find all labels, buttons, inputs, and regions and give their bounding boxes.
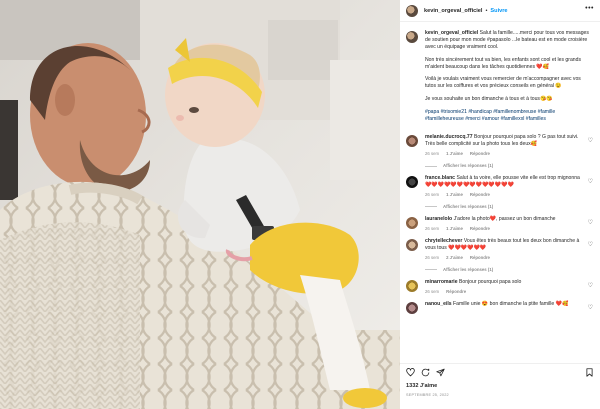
comment-text: J'adore la photo❤️, passez un bon dimanc…	[453, 215, 556, 222]
photo-illustration	[0, 0, 400, 409]
comment: minarromarie Bonjour pourquoi papa solo …	[406, 279, 593, 295]
caption-hashtags[interactable]: #papa #trisomie21 #handicap #famillenomb…	[425, 109, 593, 123]
like-count[interactable]: 1332 J'aime	[406, 383, 594, 389]
avatar[interactable]	[406, 4, 418, 17]
comment-time[interactable]: 26 sem	[425, 255, 439, 260]
action-bar	[406, 365, 594, 379]
avatar[interactable]	[406, 31, 418, 43]
comment-username[interactable]: lauranelolo	[425, 216, 452, 222]
bookmark-icon[interactable]	[585, 367, 594, 377]
reply-button[interactable]: Répondre	[446, 289, 466, 294]
view-replies-label: Afficher les réponses (1)	[443, 163, 494, 169]
post-username[interactable]: kevin_orgeval_officiel	[424, 8, 482, 14]
comment-likes[interactable]: 1 J'aime	[446, 192, 463, 197]
caption: kevin_orgeval_officiel Salut la famille.…	[406, 24, 593, 128]
avatar[interactable]	[406, 176, 418, 188]
comment-time[interactable]: 26 sem	[425, 289, 439, 294]
post-footer: 1332 J'aime SEPTEMBRE 25, 2022	[400, 363, 600, 409]
reply-button[interactable]: Répondre	[470, 226, 490, 231]
view-replies-label: Afficher les réponses (1)	[443, 266, 494, 272]
comment-time[interactable]: 26 sem	[425, 226, 439, 231]
comment-likes[interactable]: 1 J'aime	[446, 151, 463, 156]
comment-text: Famille unie 😍 bon dimanche la ptite fam…	[453, 300, 569, 307]
comment: melanie.ducrocq.77 Bonjour pourquoi papa…	[406, 134, 593, 169]
caption-paragraph: Voilà je voulais vraiment vous remercier…	[425, 76, 581, 90]
post-date[interactable]: SEPTEMBRE 25, 2022	[406, 393, 594, 397]
comment-username[interactable]: france.blanc	[425, 175, 455, 181]
caption-username[interactable]: kevin_orgeval_officiel	[425, 30, 478, 36]
post-photo[interactable]	[0, 0, 400, 409]
heart-icon[interactable]: ♡	[588, 178, 593, 185]
reply-button[interactable]: Répondre	[470, 192, 490, 197]
comments-feed[interactable]: kevin_orgeval_officiel Salut la famille.…	[400, 24, 600, 364]
comment: chrytellechever Vous êtes très beaux tou…	[406, 238, 593, 273]
reply-button[interactable]: Répondre	[470, 151, 490, 156]
view-replies-button[interactable]: Afficher les réponses (1)	[425, 163, 587, 169]
more-icon[interactable]: •••	[585, 5, 594, 12]
comment-likes[interactable]: 2 J'aime	[446, 255, 463, 260]
caption-paragraph: kevin_orgeval_officiel Salut la famille.…	[425, 30, 593, 51]
comment-text: Bonjour pourquoi papa solo	[458, 278, 522, 285]
caption-paragraph: Non très sincèrement tout va bien, les e…	[425, 56, 582, 70]
caption-paragraph: Je vous souhaite un bon dimanche à tous …	[425, 95, 553, 102]
instagram-post-modal: kevin_orgeval_officiel • Suivre ••• kevi…	[0, 0, 600, 409]
comment-likes[interactable]: 1 J'aime	[446, 226, 463, 231]
comment-time[interactable]: 26 sem	[425, 192, 439, 197]
heart-icon[interactable]: ♡	[588, 241, 593, 248]
avatar[interactable]	[406, 135, 418, 148]
avatar[interactable]	[406, 238, 418, 251]
avatar[interactable]	[406, 216, 418, 229]
avatar[interactable]	[406, 279, 418, 292]
heart-icon[interactable]	[406, 367, 415, 377]
follow-button[interactable]: Suivre	[490, 8, 507, 14]
comment-username[interactable]: melanie.ducrocq.77	[425, 134, 473, 140]
comment-username[interactable]: minarromarie	[425, 279, 458, 285]
comment-time[interactable]: 26 sem	[425, 151, 439, 156]
heart-icon[interactable]: ♡	[588, 137, 593, 144]
comment-username[interactable]: nanou_eils	[425, 301, 452, 307]
comment: nanou_eils Famille unie 😍 bon dimanche l…	[406, 301, 593, 314]
reply-button[interactable]: Répondre	[470, 255, 490, 260]
share-icon[interactable]	[436, 368, 445, 377]
heart-icon[interactable]: ♡	[588, 282, 593, 289]
comment: lauranelolo J'adore la photo❤️, passez u…	[406, 216, 593, 232]
view-replies-label: Afficher les réponses (1)	[443, 203, 494, 209]
comment: france.blanc Salut à ta voire, elle pous…	[406, 175, 593, 210]
comment-icon[interactable]	[421, 368, 430, 377]
heart-icon[interactable]: ♡	[588, 304, 593, 311]
view-replies-button[interactable]: Afficher les réponses (1)	[425, 267, 587, 273]
avatar[interactable]	[406, 301, 418, 314]
post-side-panel: kevin_orgeval_officiel • Suivre ••• kevi…	[400, 0, 600, 409]
post-header: kevin_orgeval_officiel • Suivre •••	[400, 0, 600, 22]
comment-username[interactable]: chrytellechever	[425, 238, 462, 244]
heart-icon[interactable]: ♡	[588, 219, 593, 226]
view-replies-button[interactable]: Afficher les réponses (1)	[425, 204, 587, 210]
separator-dot: •	[485, 7, 488, 14]
